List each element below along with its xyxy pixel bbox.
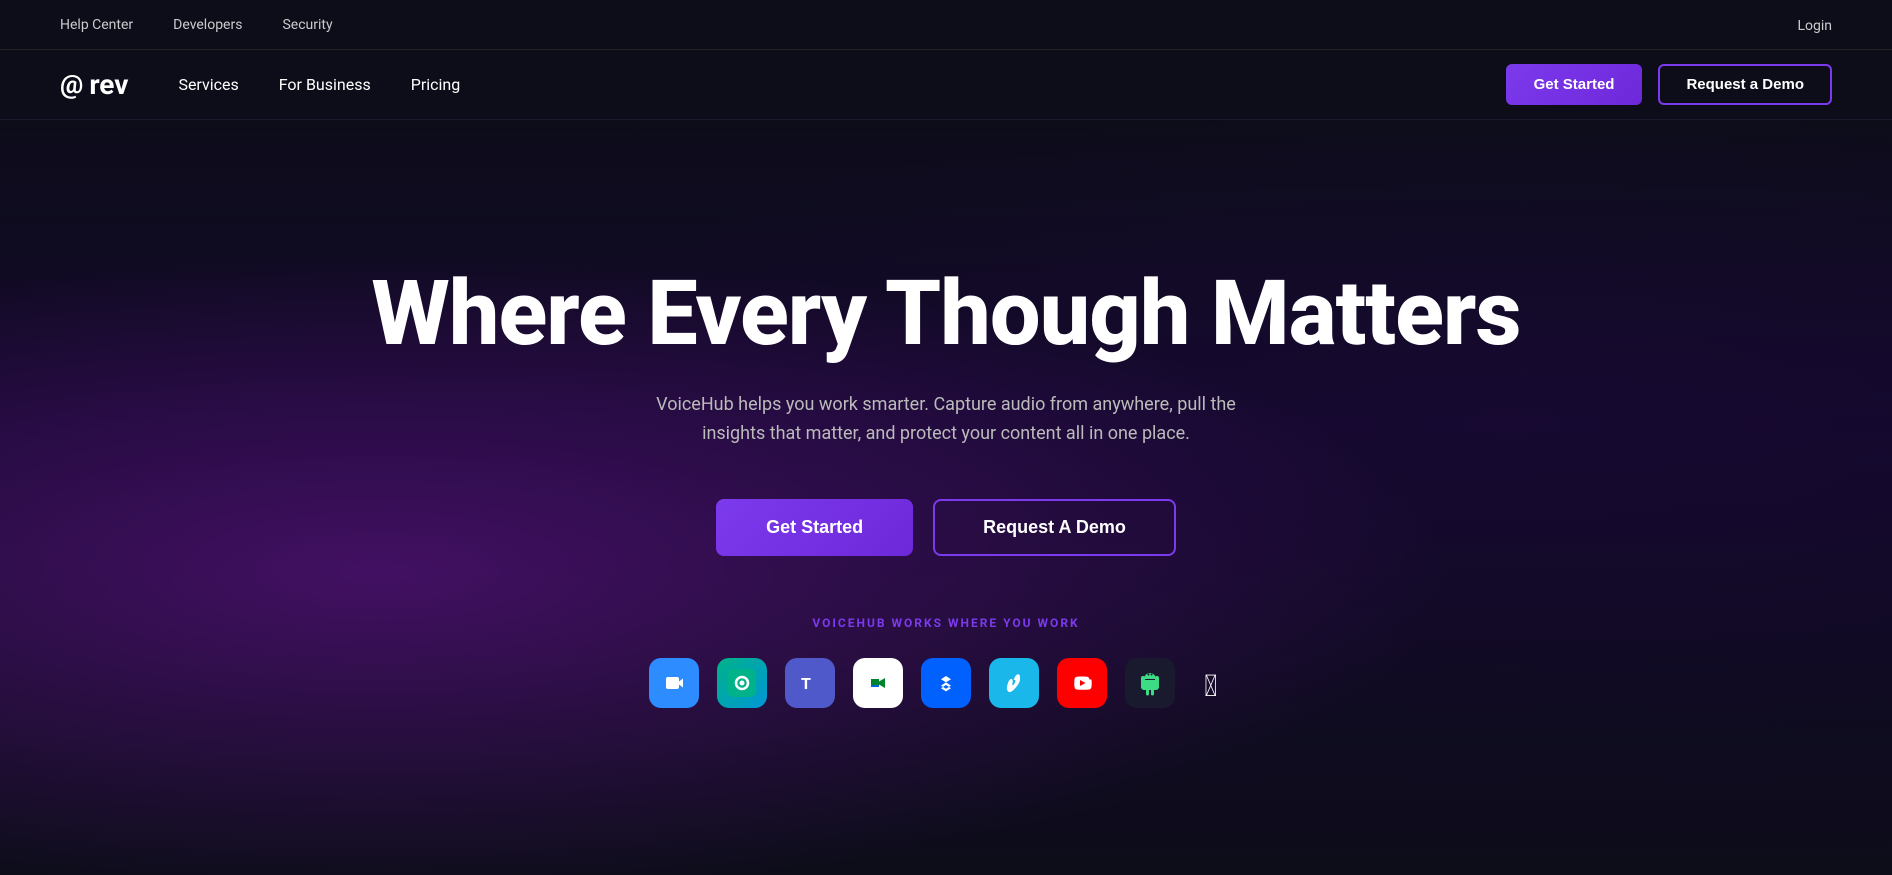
hero-buttons: Get Started Request A Demo <box>716 499 1176 556</box>
hero-get-started-button[interactable]: Get Started <box>716 499 913 556</box>
apple-icon[interactable]:  <box>1193 658 1243 708</box>
for-business-nav-link[interactable]: For Business <box>279 75 371 94</box>
security-link[interactable]: Security <box>282 17 332 33</box>
google-meet-icon[interactable] <box>853 658 903 708</box>
hero-title: Where Every Though Matters <box>371 267 1520 362</box>
login-link[interactable]: Login <box>1797 18 1832 34</box>
webex-icon[interactable] <box>717 658 767 708</box>
nav-links: Services For Business Pricing <box>178 75 460 94</box>
help-center-link[interactable]: Help Center <box>60 17 133 33</box>
nav-right: Get Started Request a Demo <box>1506 64 1832 105</box>
hero-request-demo-button[interactable]: Request A Demo <box>933 499 1176 556</box>
vimeo-icon[interactable] <box>989 658 1039 708</box>
logo-at-symbol: @ <box>60 70 83 100</box>
teams-icon[interactable]: T <box>785 658 835 708</box>
youtube-icon[interactable] <box>1057 658 1107 708</box>
works-label: VOICEHUB WORKS WHERE YOU WORK <box>812 616 1079 630</box>
top-bar-links: Help Center Developers Security <box>60 17 333 33</box>
logo[interactable]: @ rev <box>60 68 128 101</box>
nav-get-started-button[interactable]: Get Started <box>1506 64 1643 105</box>
logo-text: rev <box>89 68 128 101</box>
top-bar-right: Login <box>1797 15 1832 34</box>
android-icon[interactable] <box>1125 658 1175 708</box>
svg-text:T: T <box>801 674 811 693</box>
svg-text::  <box>1204 669 1217 702</box>
services-nav-link[interactable]: Services <box>178 75 238 94</box>
zoom-icon[interactable] <box>649 658 699 708</box>
hero-section: Where Every Though Matters VoiceHub help… <box>0 120 1892 875</box>
main-nav: @ rev Services For Business Pricing Get … <box>0 50 1892 120</box>
top-bar: Help Center Developers Security Login <box>0 0 1892 50</box>
nav-left: @ rev Services For Business Pricing <box>60 68 460 101</box>
nav-request-demo-button[interactable]: Request a Demo <box>1658 64 1832 105</box>
hero-subtitle: VoiceHub helps you work smarter. Capture… <box>656 391 1236 449</box>
pricing-nav-link[interactable]: Pricing <box>411 75 461 94</box>
dropbox-icon[interactable] <box>921 658 971 708</box>
developers-link[interactable]: Developers <box>173 17 242 33</box>
app-icons-row: T <box>649 658 1243 708</box>
